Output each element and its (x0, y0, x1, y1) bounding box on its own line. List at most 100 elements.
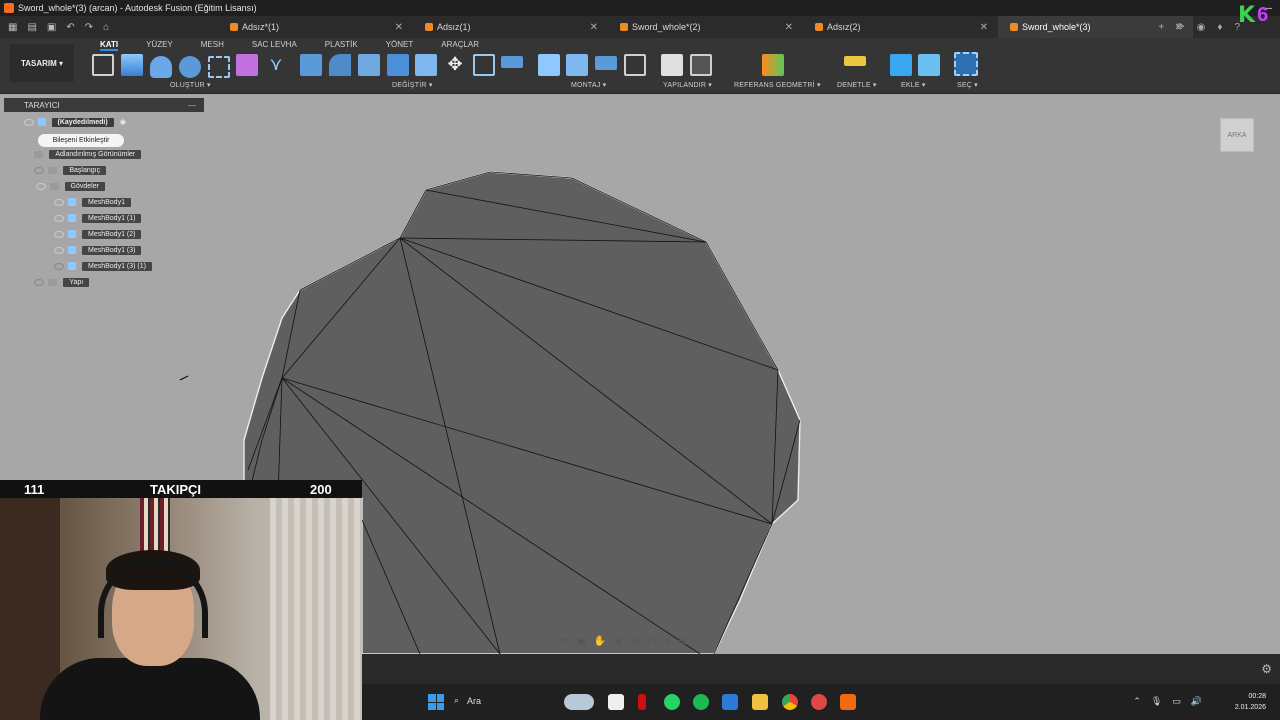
chamfer-icon[interactable] (358, 54, 380, 76)
group-configure[interactable]: YAPILANDIR ▾ (663, 81, 712, 89)
expand-arrow-icon[interactable]: › (28, 167, 30, 174)
scale-icon[interactable] (501, 56, 523, 68)
orbit-icon[interactable]: ⟲ (560, 636, 568, 647)
ribbon-tab-mesh[interactable]: MESH (201, 40, 224, 51)
group-select[interactable]: SEÇ ▾ (957, 81, 978, 89)
joint-icon[interactable] (566, 54, 588, 76)
tab-adsiz-1-unsaved[interactable]: Adsız*(1) ✕ (218, 16, 413, 38)
browser-item-construction[interactable]: › Yapı (28, 276, 90, 288)
group-modify[interactable]: DEĞİŞTİR ▾ (392, 81, 433, 89)
netflix-icon[interactable] (638, 694, 646, 710)
visibility-hidden-icon[interactable] (54, 262, 64, 270)
split-icon[interactable]: ⋎ (265, 54, 287, 76)
spotify-icon[interactable] (693, 694, 709, 710)
select-icon[interactable] (954, 52, 978, 76)
app-icon[interactable] (811, 694, 827, 710)
expand-arrow-icon[interactable]: ▾ (16, 118, 20, 126)
visibility-eye-icon[interactable] (54, 230, 64, 238)
browser-item-body[interactable]: MeshBody1 (3) (1) (54, 260, 152, 272)
form-icon[interactable] (236, 54, 258, 76)
zoom-icon[interactable]: ⊕ (614, 636, 622, 647)
tab-sword-whole-2[interactable]: Sword_whole*(2) ✕ (608, 16, 803, 38)
online-status-icon[interactable]: ◉ (1197, 22, 1206, 33)
fusion-taskbar-icon[interactable] (840, 694, 856, 710)
close-icon[interactable]: ✕ (590, 22, 598, 33)
press-pull-icon[interactable] (300, 54, 322, 76)
group-construct[interactable]: REFERANS GEOMETRİ ▾ (734, 81, 821, 89)
revolve-icon[interactable] (150, 56, 172, 78)
group-inspect[interactable]: DENETLE ▾ (837, 81, 877, 89)
grid-menu-icon[interactable]: ▦ (8, 22, 17, 33)
network-icon[interactable]: ▭ (1172, 696, 1181, 707)
visibility-eye-icon[interactable] (23, 118, 34, 126)
configuration-table-icon[interactable] (690, 54, 712, 76)
visibility-eye-icon[interactable] (54, 198, 64, 206)
refresh-icon[interactable]: ⟳ (1176, 22, 1184, 33)
browser-item-origin[interactable]: › Başlangıç (28, 164, 107, 176)
tab-adsiz-1[interactable]: Adsız(1) ✕ (413, 16, 608, 38)
grid-settings-icon[interactable]: # (665, 636, 671, 647)
construct-plane-icon[interactable] (762, 54, 784, 76)
browser-root-node[interactable]: ▾ (Kaydedilmedi) ◉ (16, 116, 1280, 128)
browser-item-body[interactable]: MeshBody1 (2) (54, 228, 142, 240)
browser-item-named-views[interactable]: › Adlandırılmış Görünümler (28, 148, 142, 160)
as-built-joint-icon[interactable] (595, 56, 617, 70)
browser-item-body[interactable]: MeshBody1 (1) (54, 212, 142, 224)
visibility-hidden-icon[interactable] (34, 278, 45, 286)
browser-panel-header[interactable]: TARAYICI — (4, 98, 204, 112)
tray-chevron-icon[interactable]: ⌃ (1133, 696, 1141, 707)
shell-icon[interactable] (387, 54, 409, 76)
browser-item-body[interactable]: MeshBody1 (3) (54, 244, 142, 256)
ribbon-tab-surface[interactable]: YÜZEY (146, 40, 173, 51)
ribbon-tab-solid[interactable]: KATI (100, 40, 119, 51)
view-cube[interactable]: ARKA (1220, 118, 1254, 152)
fit-icon[interactable]: ⊡ (631, 636, 639, 647)
microphone-icon[interactable]: 🎙 (1151, 696, 1162, 707)
notifications-icon[interactable]: ♦ (1217, 22, 1222, 33)
configure-icon[interactable] (661, 54, 683, 76)
align-icon[interactable] (473, 54, 495, 76)
pattern-icon[interactable] (208, 56, 230, 78)
home-icon[interactable]: ⌂ (103, 22, 109, 33)
close-icon[interactable]: ✕ (395, 22, 403, 33)
pan-icon[interactable]: ✋ (594, 636, 606, 647)
whatsapp-icon[interactable] (664, 694, 680, 710)
move-copy-icon[interactable]: ✥ (444, 54, 466, 76)
measure-icon[interactable] (844, 56, 866, 66)
ribbon-tab-plastic[interactable]: PLASTİK (325, 40, 358, 51)
mail-icon[interactable] (722, 694, 738, 710)
tab-adsiz-2[interactable]: Adsız(2) ✕ (803, 16, 998, 38)
group-assemble[interactable]: MONTAJ ▾ (571, 81, 606, 89)
expand-arrow-icon[interactable]: ▾ (28, 182, 32, 190)
ribbon-tab-sheet-metal[interactable]: SAC LEVHA (252, 40, 297, 51)
timeline-settings-icon[interactable]: ⚙ (1261, 662, 1272, 676)
save-icon[interactable]: ▣ (47, 22, 56, 33)
redo-icon[interactable]: ↷ (85, 22, 93, 33)
look-at-icon[interactable]: ▣ (576, 636, 585, 647)
fillet-icon[interactable] (329, 54, 351, 76)
task-view-icon[interactable] (608, 694, 624, 710)
collapse-panel-icon[interactable]: — (188, 101, 196, 110)
activate-radio-icon[interactable]: ◉ (120, 118, 126, 126)
file-explorer-icon[interactable] (752, 694, 768, 710)
joint-origin-icon[interactable] (624, 54, 646, 76)
weather-icon[interactable] (564, 694, 594, 710)
viewports-icon[interactable]: ⊞ (678, 636, 686, 647)
hole-icon[interactable] (179, 56, 201, 78)
taskbar-search[interactable]: ⌕ Ara (454, 695, 481, 706)
combine-icon[interactable] (415, 54, 437, 76)
insert-image-icon[interactable] (918, 54, 940, 76)
browser-item-bodies[interactable]: ▾ Gövdeler (28, 180, 105, 192)
extrude-icon[interactable] (121, 54, 143, 76)
expand-arrow-icon[interactable]: › (28, 279, 30, 286)
volume-icon[interactable]: 🔊 (1191, 696, 1202, 707)
taskbar-clock[interactable]: 00:28 2.01.2026 (1235, 691, 1266, 713)
visibility-hidden-icon[interactable] (34, 166, 45, 174)
group-insert[interactable]: EKLE ▾ (901, 81, 926, 89)
display-settings-icon[interactable]: ▭ (647, 636, 656, 647)
visibility-eye-icon[interactable] (35, 182, 46, 190)
undo-icon[interactable]: ↶ (66, 22, 74, 33)
new-tab-icon[interactable]: + (1158, 22, 1164, 33)
insert-icon[interactable] (890, 54, 912, 76)
group-create[interactable]: OLUŞTUR ▾ (170, 81, 211, 89)
